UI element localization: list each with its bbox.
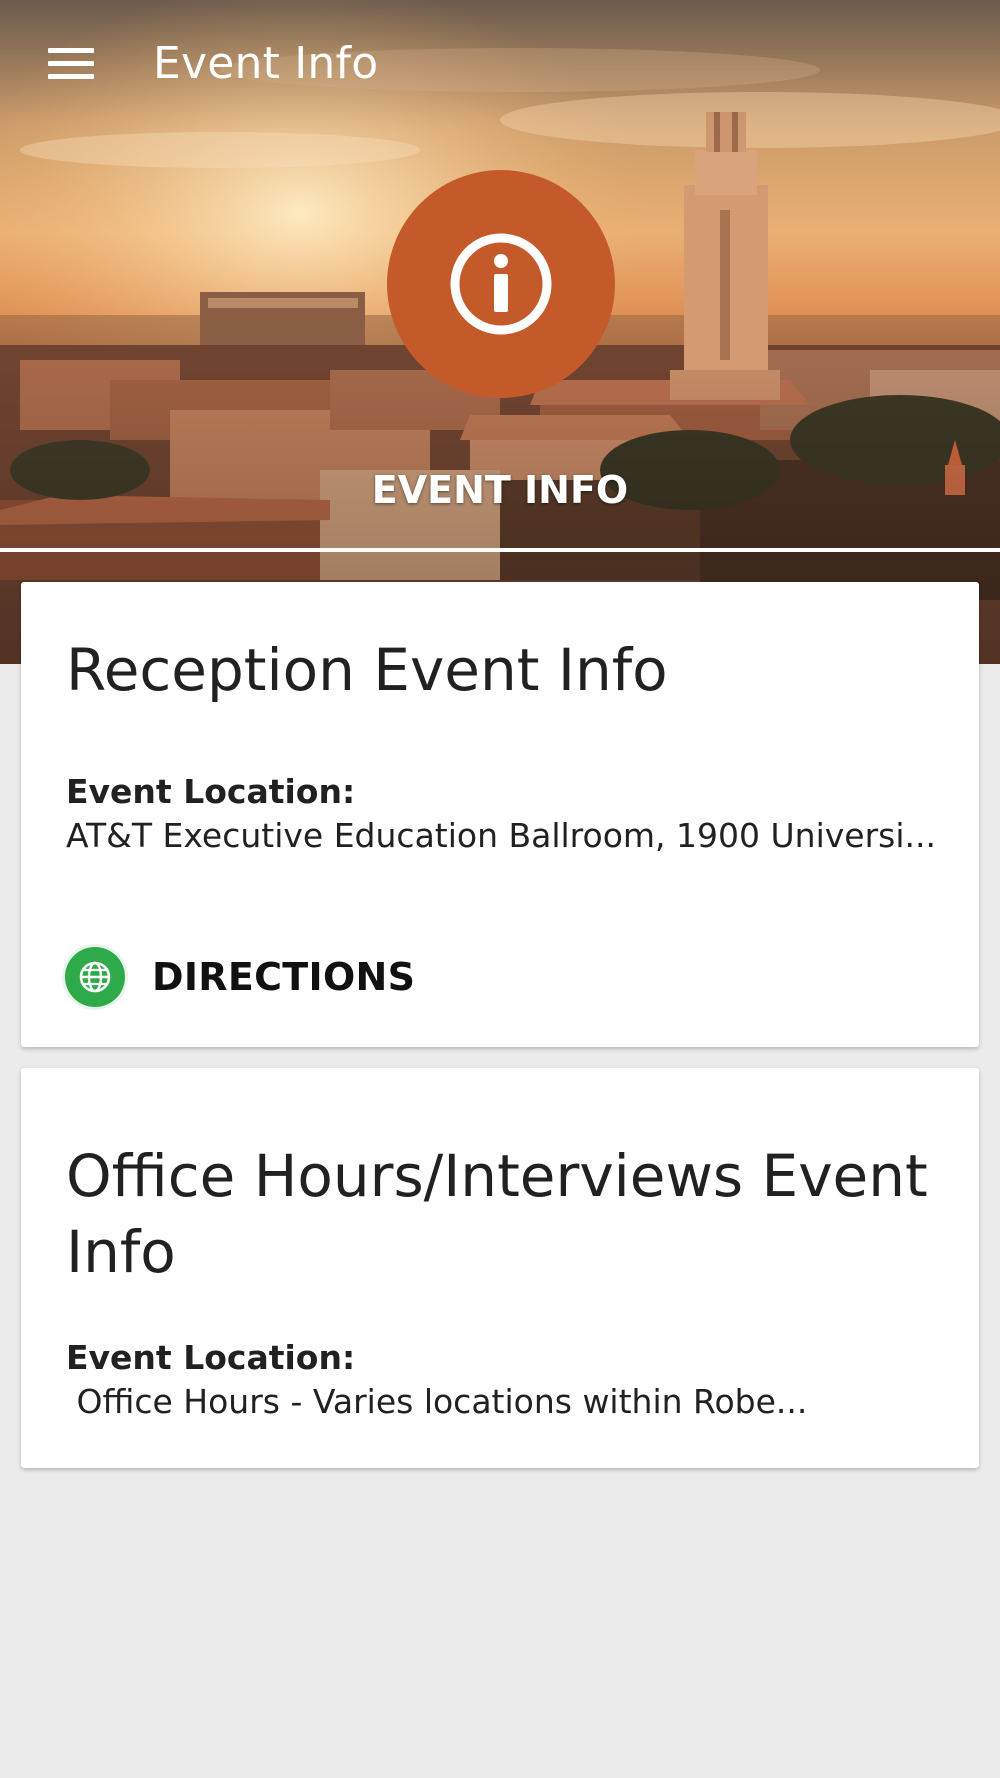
event-location-label: Event Location: — [66, 1338, 356, 1377]
event-info-screen: Event Info EVENT INFO Reception Event In… — [0, 0, 1000, 1778]
directions-label: DIRECTIONS — [152, 955, 416, 999]
reception-event-card: Reception Event Info Event Location: AT&… — [21, 582, 979, 1047]
card-title: Reception Event Info — [66, 636, 668, 704]
page-title: Event Info — [153, 38, 379, 89]
hero-divider — [0, 548, 1000, 552]
event-location-label: Event Location: — [66, 772, 356, 811]
globe-icon — [65, 947, 125, 1007]
card-title: Office Hours/Interviews Event Info — [66, 1142, 928, 1286]
globe-icon-glyph — [79, 961, 111, 993]
office-hours-event-card: Office Hours/Interviews Event Info Event… — [21, 1068, 979, 1468]
menu-icon-line — [48, 48, 94, 53]
hero-header: Event Info EVENT INFO — [0, 0, 1000, 664]
info-icon — [450, 233, 552, 335]
menu-icon-line — [48, 74, 94, 79]
event-location-value: AT&T Executive Education Ballroom, 1900 … — [66, 816, 936, 855]
menu-icon-line — [48, 61, 94, 66]
app-bar: Event Info — [0, 0, 1000, 130]
info-badge — [387, 170, 615, 398]
directions-button[interactable]: DIRECTIONS — [65, 942, 415, 1012]
menu-icon[interactable] — [44, 42, 100, 84]
event-location-value: Office Hours - Varies locations within R… — [66, 1382, 808, 1421]
hero-caption: EVENT INFO — [371, 468, 629, 512]
